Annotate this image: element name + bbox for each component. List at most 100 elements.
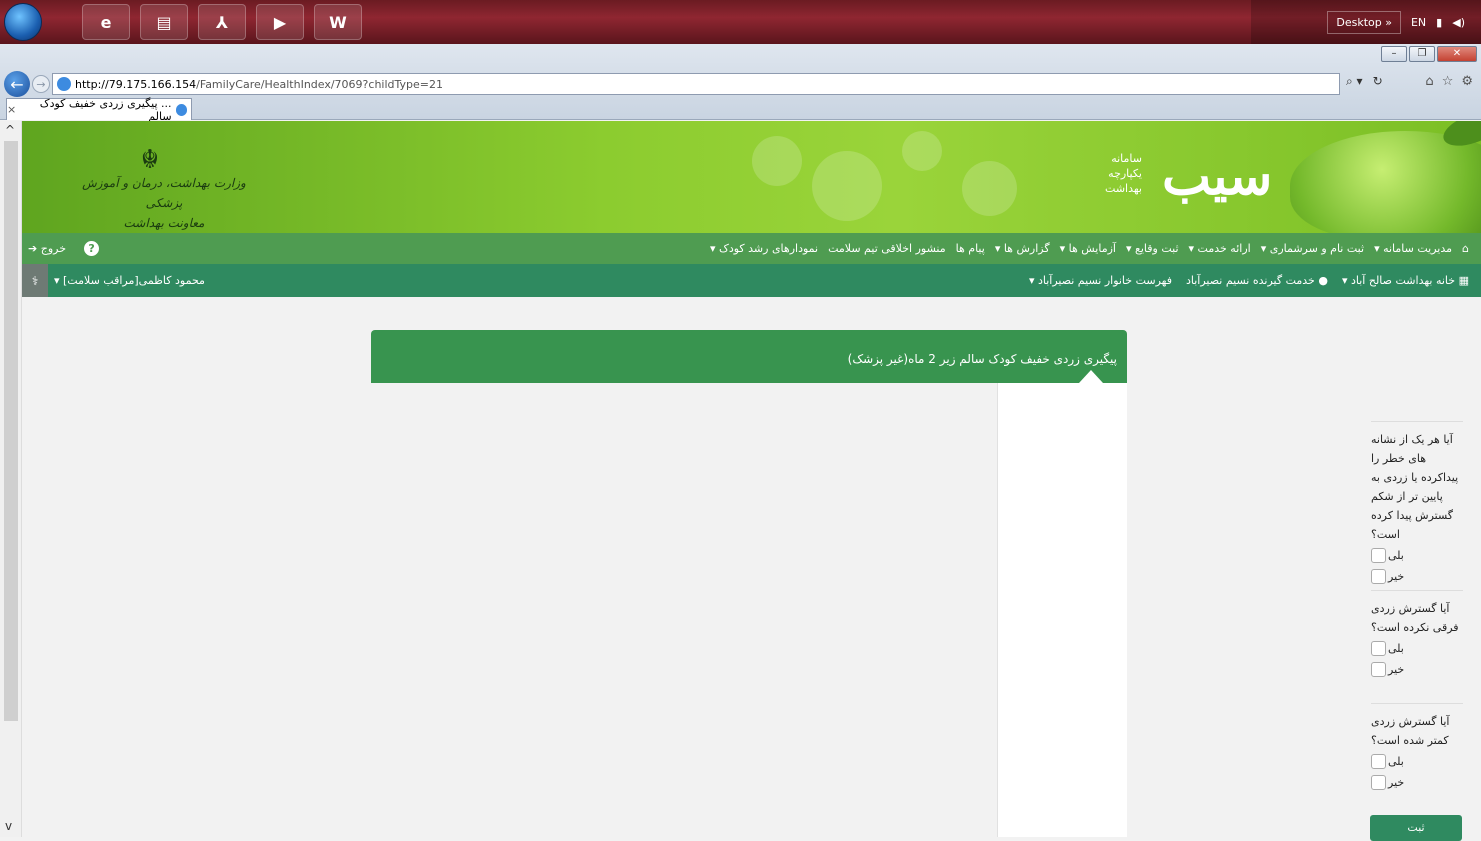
user-menu[interactable]: محمود کاظمی[مراقب سلامت] ▾ ⚕ (22, 264, 211, 297)
bokeh-decoration (962, 161, 1017, 216)
menu-ethics-charter[interactable]: منشور اخلاقی تیم سلامت (828, 242, 946, 255)
browser-toolbar-icons: ⌂ ☆ ⚙ (1425, 74, 1473, 89)
menu-events[interactable]: ثبت وقایع ▾ (1126, 242, 1179, 255)
sub-menu: ▦ خانه بهداشت صالح آباد ▾ ● خدمت گیرنده … (1029, 264, 1469, 297)
bokeh-decoration (812, 151, 882, 221)
network-icon[interactable]: ▮ (1436, 16, 1442, 29)
menu-service-delivery[interactable]: ارائه خدمت ▾ (1189, 242, 1251, 255)
volume-icon[interactable]: ◀) (1452, 16, 1465, 29)
ie-taskbar-icon[interactable]: e (82, 4, 130, 40)
health-house-link[interactable]: ▦ خانه بهداشت صالح آباد ▾ (1342, 274, 1469, 287)
household-list-link[interactable]: فهرست خانوار نسیم نصیرآباد ▾ (1029, 274, 1172, 287)
option-label: خیر (1388, 776, 1405, 789)
option-label: بلی (1388, 549, 1404, 562)
checkbox[interactable] (1371, 641, 1386, 656)
ministry-line1: وزارت بهداشت، درمان و آموزش پزشکی (82, 176, 246, 210)
nav-left-tools: ➔ خروج ? (28, 233, 100, 264)
panel-pointer-arrow (1079, 370, 1103, 383)
menu-tests[interactable]: آزمایش ها ▾ (1060, 242, 1116, 255)
checkbox[interactable] (1371, 662, 1386, 677)
help-icon[interactable]: ? (84, 241, 100, 256)
site-header: ☬ وزارت بهداشت، درمان و آموزش پزشکی معاو… (22, 121, 1481, 233)
question-2: آیا گسترش زردی فرقی نکرده است؟ بلی خیر (1371, 590, 1463, 679)
bokeh-decoration (752, 136, 802, 186)
media-player-taskbar-icon[interactable]: ▶ (256, 4, 304, 40)
window-controls: – ❐ ✕ (1381, 46, 1477, 62)
restore-button[interactable]: ❐ (1409, 46, 1435, 62)
logo-sub2: یکپارچه (1108, 167, 1142, 180)
minimize-button[interactable]: – (1381, 46, 1407, 62)
address-tools: ⌕ ▾ ↻ (1346, 74, 1383, 89)
scroll-up-icon[interactable]: ^ (5, 123, 15, 137)
exit-link[interactable]: ➔ خروج (28, 242, 66, 255)
option-label: خیر (1388, 663, 1405, 676)
option-label: خیر (1388, 570, 1405, 583)
windows-start-button[interactable] (4, 3, 42, 41)
question-1: آیا هر یک از نشانه های خطر را پیداکرده ی… (1371, 421, 1463, 586)
menu-registration[interactable]: ثبت نام و سرشماری ▾ (1261, 242, 1364, 255)
option-no[interactable]: خیر (1371, 567, 1463, 586)
service-recipient-label: خدمت گیرنده نسیم نصیرآباد (1186, 274, 1315, 287)
health-house-label: خانه بهداشت صالح آباد ▾ (1341, 274, 1456, 287)
forward-button[interactable]: → (32, 75, 50, 93)
option-yes[interactable]: بلی (1371, 639, 1463, 658)
logo-word: سیب (1162, 146, 1273, 207)
ie-tab-icon (175, 103, 187, 116)
scrollbar-thumb[interactable] (4, 141, 18, 721)
word-taskbar-icon[interactable]: W (314, 4, 362, 40)
checkbox[interactable] (1371, 548, 1386, 563)
checkbox[interactable] (1371, 775, 1386, 790)
option-no[interactable]: خیر (1371, 660, 1463, 679)
form-column (997, 383, 1127, 837)
refresh-icon[interactable]: ↻ (1373, 74, 1383, 89)
address-bar[interactable]: http://79.175.166.154/FamilyCare/HealthI… (52, 73, 1340, 95)
logo-sub3: بهداشت (1105, 182, 1142, 195)
user-name[interactable]: محمود کاظمی[مراقب سلامت] ▾ (48, 274, 211, 287)
menu-system-management[interactable]: مدیریت سامانه ▾ (1374, 242, 1452, 255)
question-text: آیا هر یک از نشانه های خطر را پیداکرده ی… (1371, 433, 1459, 541)
browser-chrome: – ❐ ✕ ← → http://79.175.166.154/FamilyCa… (0, 44, 1481, 123)
question-text: آیا گسترش زردی فرقی نکرده است؟ (1371, 602, 1459, 634)
vertical-scrollbar[interactable]: ^ v (0, 121, 22, 837)
ie-page-icon (57, 77, 71, 91)
tab-title: ... پیگیری زردی خفیف کودک سالم (39, 96, 172, 123)
url-host: http://79.175.166.154 (75, 77, 197, 91)
menu-reports[interactable]: گزارش ها ▾ (995, 242, 1050, 255)
home-icon[interactable]: ⌂ (1425, 74, 1433, 89)
tab-close-icon[interactable]: × (7, 103, 16, 116)
ministry-name: وزارت بهداشت، درمان و آموزش پزشکی معاونت… (64, 173, 264, 233)
checkbox[interactable] (1371, 754, 1386, 769)
exit-label: خروج (40, 242, 67, 255)
iran-emblem-logo: ☬ (140, 145, 160, 175)
submit-button[interactable]: ثبت (1370, 815, 1462, 841)
explorer-taskbar-icon[interactable]: ▤ (140, 4, 188, 40)
sib-logo: سامانه یکپارچه بهداشت سیب (1092, 141, 1272, 221)
url-path: /FamilyCare/HealthIndex/7069?childType=2… (196, 77, 443, 91)
scroll-down-icon[interactable]: v (5, 819, 12, 833)
windows-taskbar: e ▤ ⅄ ▶ W Desktop » EN ▮ ◀) (0, 0, 1481, 44)
language-indicator[interactable]: EN (1411, 16, 1426, 29)
menu-messages[interactable]: پیام ها (956, 242, 985, 255)
option-yes[interactable]: بلی (1371, 752, 1463, 771)
stethoscope-icon: ⚕ (22, 264, 48, 297)
logo-sub1: سامانه (1111, 152, 1142, 165)
back-button[interactable]: ← (4, 71, 30, 97)
option-yes[interactable]: بلی (1371, 546, 1463, 565)
service-recipient-link[interactable]: ● خدمت گیرنده نسیم نصیرآباد (1186, 274, 1328, 287)
logo-subtitle: سامانه یکپارچه بهداشت (1092, 151, 1142, 196)
checkbox[interactable] (1371, 569, 1386, 584)
acrobat-taskbar-icon[interactable]: ⅄ (198, 4, 246, 40)
home-icon[interactable]: ⌂ (1462, 242, 1469, 255)
close-window-button[interactable]: ✕ (1437, 46, 1477, 62)
desktop-toolbar[interactable]: Desktop » (1327, 10, 1401, 34)
question-text: آیا گسترش زردی کمتر شده است؟ (1371, 715, 1450, 747)
menu-growth-charts[interactable]: نمودارهای رشد کودک ▾ (710, 242, 818, 255)
option-no[interactable]: خیر (1371, 773, 1463, 792)
form-panel-header: پیگیری زردی خفیف کودک سالم زیر 2 ماه(غیر… (371, 330, 1127, 383)
favorites-star-icon[interactable]: ☆ (1442, 74, 1454, 89)
main-navigation: ⌂ مدیریت سامانه ▾ ثبت نام و سرشماری ▾ ار… (22, 233, 1481, 264)
tab-active[interactable]: ... پیگیری زردی خفیف کودک سالم × (6, 96, 192, 123)
search-icon[interactable]: ⌕ ▾ (1346, 74, 1363, 89)
settings-gear-icon[interactable]: ⚙ (1461, 74, 1473, 89)
exit-icon: ➔ (28, 242, 38, 255)
